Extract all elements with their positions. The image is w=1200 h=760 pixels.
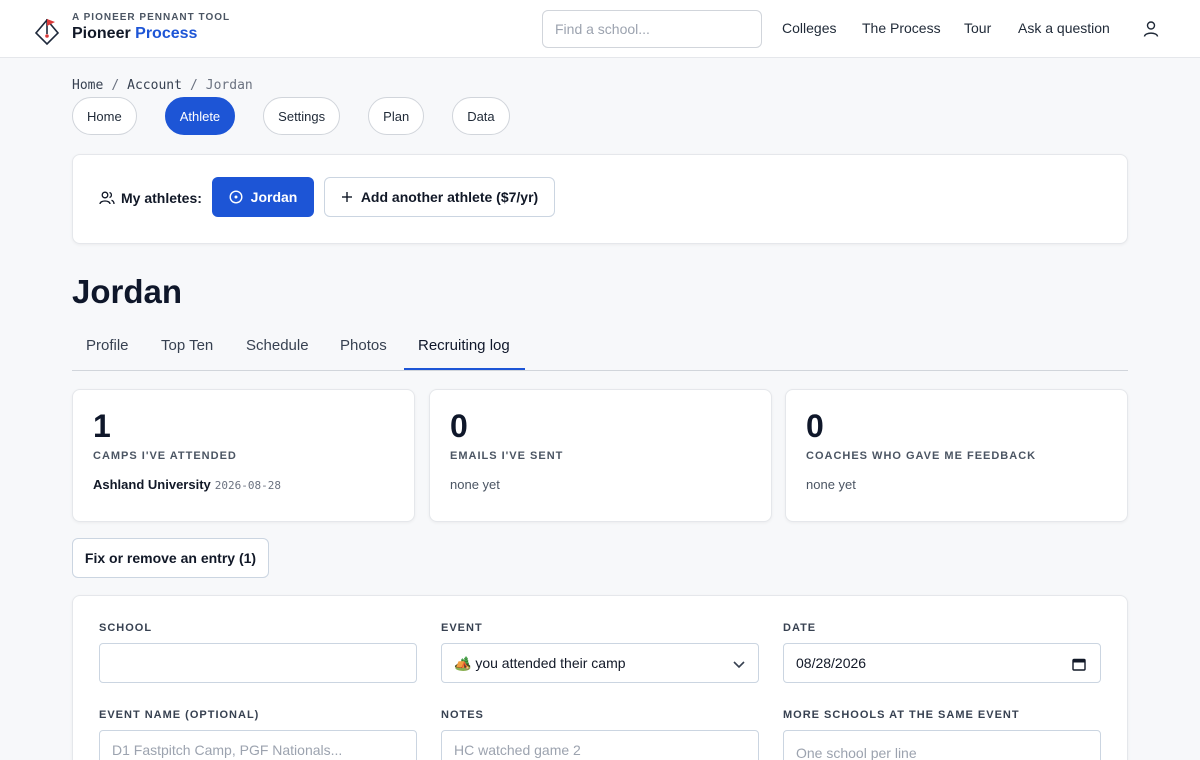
my-athletes-text: My athletes:	[121, 190, 202, 206]
nav-the-process[interactable]: The Process	[862, 20, 941, 36]
pennant-logo-icon[interactable]	[34, 16, 60, 46]
brand-name[interactable]: Pioneer Process	[72, 25, 197, 43]
brand-name-accent: Process	[135, 25, 198, 42]
chevron-down-icon	[733, 661, 745, 669]
subtab-photos[interactable]: Photos	[340, 337, 387, 354]
camp-date: 2026-08-28	[214, 479, 281, 492]
stat-card-feedback: 0 COACHES WHO GAVE ME FEEDBACK none yet	[785, 389, 1128, 522]
subtab-top-ten[interactable]: Top Ten	[161, 337, 213, 354]
selected-radio-icon	[229, 190, 243, 204]
stat-detail: none yet	[450, 477, 500, 492]
school-input[interactable]	[99, 643, 417, 683]
add-athlete-label: Add another athlete ($7/yr)	[360, 189, 539, 205]
athlete-jordan-label: Jordan	[250, 189, 298, 205]
stat-value: 0	[806, 408, 824, 444]
athlete-subtabs: Profile Top Ten Schedule Photos Recruiti…	[72, 328, 1128, 371]
more-schools-textarea[interactable]: One school per line	[783, 730, 1101, 760]
breadcrumb-current: Jordan	[205, 78, 253, 93]
brand-tagline: A PIONEER PENNANT TOOL	[72, 12, 231, 23]
my-athletes-label: My athletes:	[99, 190, 202, 206]
date-label: DATE	[783, 622, 817, 634]
plus-icon	[341, 192, 352, 202]
tab-plan[interactable]: Plan	[368, 97, 425, 135]
event-select-value: 🏕️ you attended their camp	[454, 654, 626, 671]
event-name-input[interactable]: D1 Fastpitch Camp, PGF Nationals...	[99, 730, 417, 760]
more-schools-label: MORE SCHOOLS AT THE SAME EVENT	[783, 709, 1020, 721]
breadcrumb-account[interactable]: Account	[127, 78, 182, 93]
account-tabs: Home Athlete Settings Plan Data	[72, 97, 510, 135]
page-title: Jordan	[72, 273, 183, 310]
notes-label: NOTES	[441, 709, 484, 721]
log-entry-form: SCHOOL EVENT 🏕️ you attended their camp …	[72, 595, 1128, 760]
add-athlete-button[interactable]: Add another athlete ($7/yr)	[324, 177, 555, 217]
stat-detail: none yet	[806, 477, 856, 492]
stat-label: EMAILS I'VE SENT	[450, 450, 564, 462]
users-icon	[99, 191, 115, 205]
breadcrumb: Home / Account / Jordan	[72, 78, 253, 93]
tab-data[interactable]: Data	[452, 97, 510, 135]
breadcrumb-separator: /	[189, 78, 198, 93]
tab-athlete[interactable]: Athlete	[164, 97, 236, 135]
event-label: EVENT	[441, 622, 483, 634]
calendar-icon[interactable]	[1072, 657, 1086, 671]
stat-value: 0	[450, 408, 468, 444]
stat-card-emails: 0 EMAILS I'VE SENT none yet	[429, 389, 772, 522]
event-name-label: EVENT NAME (OPTIONAL)	[99, 709, 260, 721]
tab-home[interactable]: Home	[72, 97, 137, 135]
camp-school-name: Ashland University	[93, 477, 211, 492]
nav-ask-question[interactable]: Ask a question	[1018, 20, 1110, 36]
active-tab-indicator	[404, 368, 525, 370]
stat-label: CAMPS I'VE ATTENDED	[93, 450, 237, 462]
nav-tour[interactable]: Tour	[964, 20, 991, 36]
stat-detail: Ashland University 2026-08-28	[93, 477, 281, 492]
subtab-profile[interactable]: Profile	[86, 337, 129, 354]
nav-colleges[interactable]: Colleges	[782, 20, 836, 36]
stat-label: COACHES WHO GAVE ME FEEDBACK	[806, 450, 1037, 462]
stat-value: 1	[93, 408, 111, 444]
school-search-input[interactable]	[542, 10, 762, 48]
stat-card-camps: 1 CAMPS I'VE ATTENDED Ashland University…	[72, 389, 415, 522]
breadcrumb-separator: /	[111, 78, 120, 93]
breadcrumb-home[interactable]: Home	[72, 78, 103, 93]
top-navbar: A PIONEER PENNANT TOOL Pioneer Process C…	[0, 0, 1200, 58]
my-athletes-card: My athletes: Jordan Add another athlete …	[72, 154, 1128, 244]
notes-input[interactable]: HC watched game 2	[441, 730, 759, 760]
tab-settings[interactable]: Settings	[263, 97, 341, 135]
fix-entry-button[interactable]: Fix or remove an entry (1)	[72, 538, 269, 578]
brand-name-prefix: Pioneer	[72, 25, 131, 42]
user-account-icon[interactable]	[1142, 20, 1160, 38]
date-input-value: 08/28/2026	[796, 655, 867, 671]
date-input[interactable]: 08/28/2026	[783, 643, 1101, 683]
school-label: SCHOOL	[99, 622, 153, 634]
subtab-recruiting-log[interactable]: Recruiting log	[418, 337, 510, 354]
athlete-jordan-button[interactable]: Jordan	[212, 177, 314, 217]
subtab-schedule[interactable]: Schedule	[246, 337, 309, 354]
event-select[interactable]: 🏕️ you attended their camp	[441, 643, 759, 683]
